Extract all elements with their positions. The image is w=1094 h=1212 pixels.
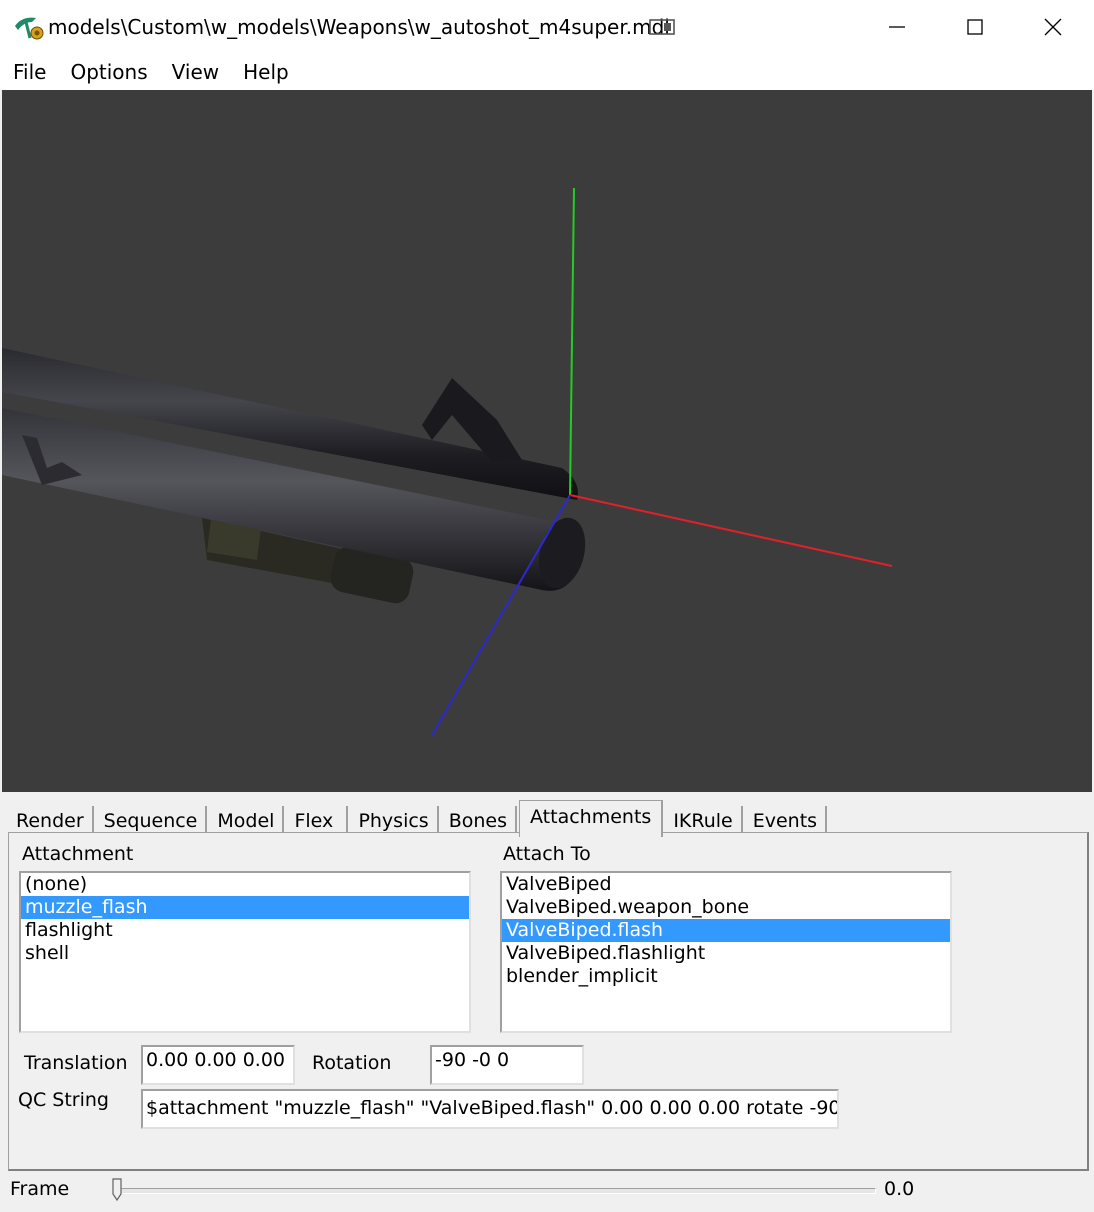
attach-to-item-flashlight[interactable]: ValveBiped.flashlight [502, 942, 950, 965]
frame-value: 0.0 [884, 1178, 915, 1200]
menu-help[interactable]: Help [231, 54, 301, 90]
rotation-field[interactable]: -90 -0 0 [430, 1045, 584, 1085]
tab-attachments[interactable]: Attachments [519, 800, 664, 837]
attach-to-item-flash[interactable]: ValveBiped.flash [502, 919, 950, 942]
model-viewport[interactable] [2, 90, 1092, 792]
attachment-item-muzzle-flash[interactable]: muzzle_flash [21, 896, 469, 919]
minimize-button[interactable] [858, 0, 936, 54]
attachment-item-shell[interactable]: shell [21, 942, 469, 965]
attach-to-item-valvebiped[interactable]: ValveBiped [502, 873, 950, 896]
minimize-icon [889, 26, 905, 28]
translation-label: Translation [24, 1052, 128, 1074]
attachment-item-none[interactable]: (none) [21, 873, 469, 896]
attachment-listbox[interactable]: (none) muzzle_flash flashlight shell [19, 871, 471, 1033]
close-icon [1044, 18, 1062, 36]
menu-bar: File Options View Help [0, 54, 1094, 90]
close-button[interactable] [1014, 0, 1092, 54]
menu-file[interactable]: File [0, 54, 58, 90]
attach-to-listbox[interactable]: ValveBiped ValveBiped.weapon_bone ValveB… [500, 871, 952, 1033]
frame-slider-thumb[interactable] [112, 1178, 122, 1202]
translation-field[interactable]: 0.00 0.00 0.00 [141, 1045, 295, 1085]
maximize-button[interactable] [936, 0, 1014, 54]
attach-to-label: Attach To [503, 843, 591, 865]
viewport-render [2, 187, 893, 736]
menu-view[interactable]: View [160, 54, 231, 90]
qc-string-field[interactable]: $attachment "muzzle_flash" "ValveBiped.f… [141, 1089, 839, 1129]
title-bar: models\Custom\w_models\Weapons\w_autosho… [0, 0, 1094, 55]
attachments-tab-panel: Attachment (none) muzzle_flash flashligh… [8, 832, 1089, 1171]
x-axis [569, 494, 893, 567]
frame-row: Frame 0.0 [2, 1176, 1092, 1212]
frame-label: Frame [10, 1178, 70, 1200]
frame-slider-track[interactable] [114, 1188, 876, 1194]
window-snap-icon[interactable] [648, 17, 678, 37]
control-panel: Render Sequence Model Flex Physics Bones… [2, 792, 1092, 1212]
maximize-icon [967, 19, 983, 35]
qc-string-label: QC String [18, 1089, 109, 1111]
rotation-label: Rotation [312, 1052, 392, 1074]
attachment-label: Attachment [22, 843, 134, 865]
attachment-item-flashlight[interactable]: flashlight [21, 919, 469, 942]
attach-to-item-weapon-bone[interactable]: ValveBiped.weapon_bone [502, 896, 950, 919]
app-icon [15, 17, 44, 40]
attach-to-item-blender-implicit[interactable]: blender_implicit [502, 965, 950, 988]
window-title: models\Custom\w_models\Weapons\w_autosho… [48, 15, 670, 39]
menu-options[interactable]: Options [58, 54, 159, 90]
tab-strip: Render Sequence Model Flex Physics Bones… [8, 798, 829, 837]
y-axis [569, 187, 575, 496]
